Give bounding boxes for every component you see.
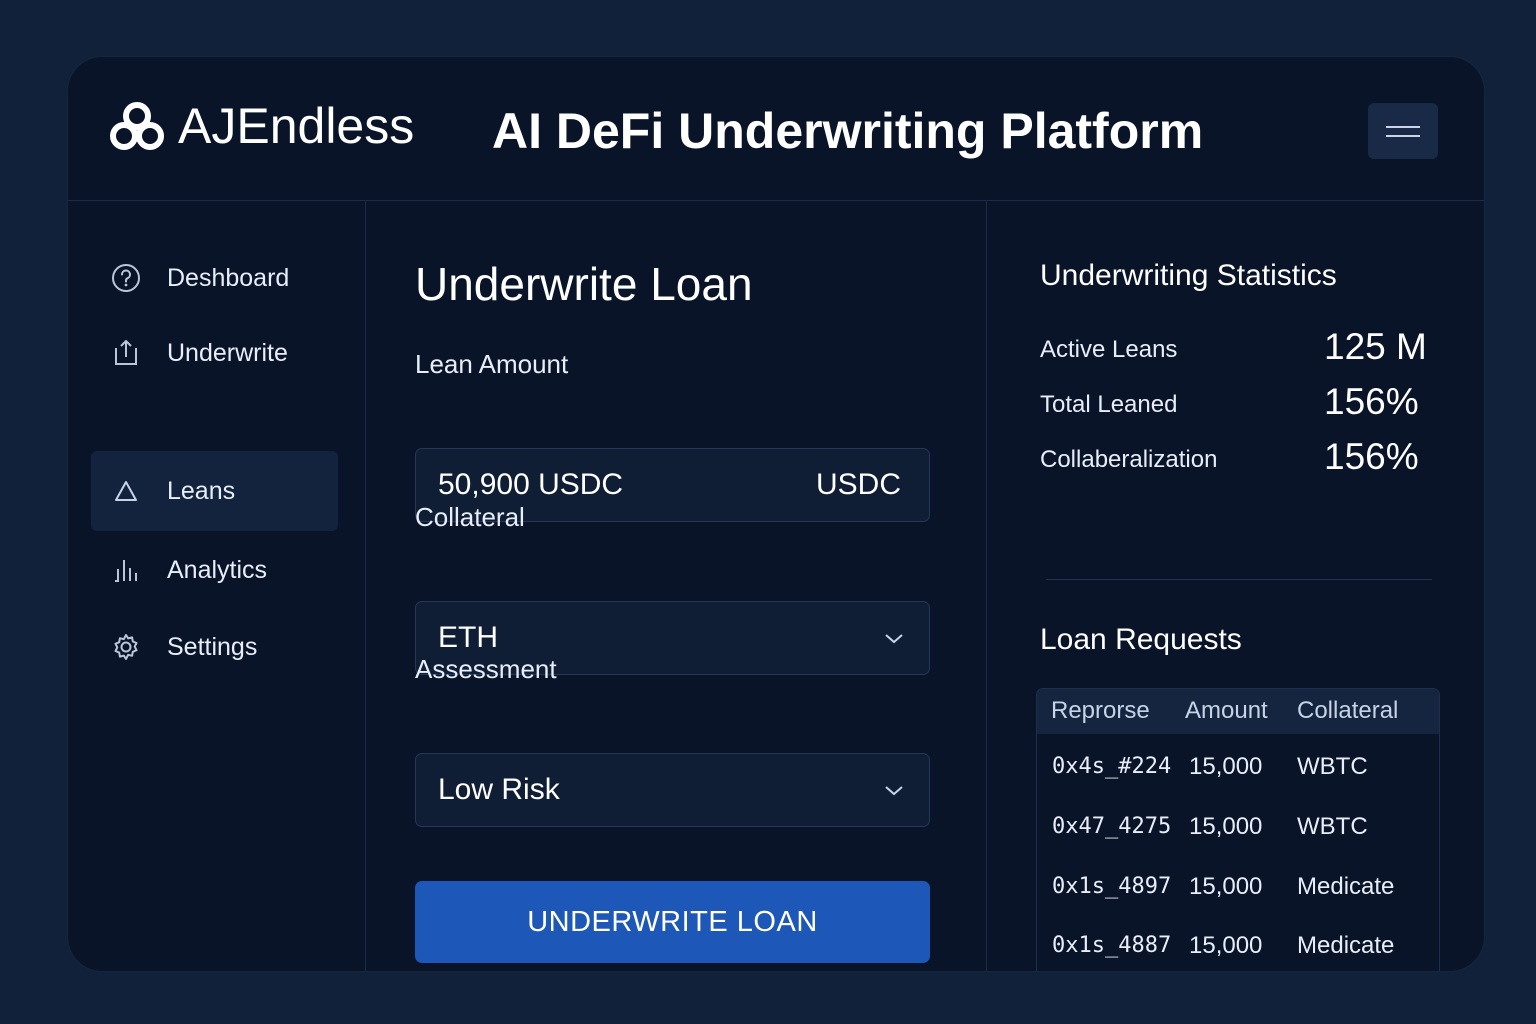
sidebar-item-underwrite[interactable]: Underwrite: [91, 313, 338, 393]
hamburger-menu-icon-line: [1386, 134, 1420, 137]
triangle-icon: [109, 474, 143, 508]
table-row[interactable]: 0x47_4275 15,000 WBTC: [1037, 797, 1439, 857]
column-header[interactable]: Reprorse: [1051, 697, 1150, 725]
menu-button[interactable]: [1368, 103, 1438, 159]
collateral-value: ETH: [438, 621, 498, 654]
amount-label: Lean Amount: [415, 349, 569, 379]
table-header: Reprorse Amount Collateral: [1037, 689, 1439, 734]
stats-panel: Underwriting Statistics Active Leans 125…: [987, 201, 1484, 971]
column-header[interactable]: Amount: [1185, 697, 1268, 725]
assessment-value: Low Risk: [438, 773, 560, 806]
stat-value: 156%: [1324, 436, 1419, 477]
table-cell: WBTC: [1297, 753, 1368, 780]
table-cell: 0x1s_4897: [1052, 874, 1172, 899]
underwrite-form: Underwrite Loan Lean Amount 50,900 USDC …: [366, 201, 987, 971]
sidebar-item-dashboard[interactable]: Deshboard: [91, 238, 338, 318]
table-row[interactable]: 0x1s_4887 15,000 Medicate: [1037, 916, 1439, 971]
underwrite-loan-button[interactable]: UNDERWRITE LOAN: [415, 881, 930, 963]
chevron-down-icon: [885, 634, 903, 644]
column-header[interactable]: Collateral: [1297, 697, 1398, 725]
sidebar-item-label: Underwrite: [167, 338, 288, 367]
stat-label: Collaberalization: [1040, 446, 1218, 473]
app-window: AJEndless AI DeFi Underwriting Platform …: [68, 57, 1484, 971]
amount-value: 50,900 USDC: [438, 468, 624, 501]
currency-suffix: USDC: [815, 468, 901, 501]
stat-row: Active Leans 125 M: [1040, 326, 1440, 376]
table-row[interactable]: 0x1s_4897 15,000 Medicate: [1037, 857, 1439, 917]
table-cell: 0x1s_4887: [1052, 933, 1172, 958]
stat-label: Total Leaned: [1040, 391, 1178, 418]
sidebar-item-label: Analytics: [167, 555, 268, 584]
stat-label: Active Leans: [1040, 336, 1178, 363]
app-title: AI DeFi Underwriting Platform: [492, 103, 1204, 159]
sidebar-item-leans[interactable]: Leans: [91, 451, 338, 531]
help-circle-icon: [109, 261, 143, 295]
bar-chart-icon: [109, 553, 143, 587]
assessment-label: Assessment: [415, 654, 557, 684]
infinity-knot-icon: [110, 102, 164, 150]
assessment-select[interactable]: Low Risk: [415, 753, 930, 827]
stats-title: Underwriting Statistics: [1040, 259, 1337, 292]
sidebar-item-analytics[interactable]: Analytics: [91, 530, 338, 610]
table-cell: 0x4s_#224: [1052, 754, 1172, 779]
table-cell: 15,000: [1189, 873, 1263, 900]
gear-icon: [109, 630, 143, 664]
table-cell: 15,000: [1189, 813, 1263, 840]
loan-requests-table: Reprorse Amount Collateral 0x4s_#224 15,…: [1036, 688, 1440, 971]
header: AJEndless AI DeFi Underwriting Platform: [68, 57, 1484, 201]
sidebar: Deshboard Underwrite Leans Analytics Set…: [68, 201, 366, 971]
table-cell: Medicate: [1297, 873, 1395, 900]
divider: [1046, 579, 1432, 580]
sidebar-item-label: Settings: [167, 632, 258, 661]
page-title: Underwrite Loan: [415, 258, 753, 310]
table-row[interactable]: 0x4s_#224 15,000 WBTC: [1037, 737, 1439, 797]
table-cell: 15,000: [1189, 932, 1263, 959]
brand-logo[interactable]: AJEndless: [108, 101, 414, 151]
stat-value: 156%: [1324, 381, 1419, 422]
stat-value: 125 M: [1324, 326, 1427, 367]
brand-name: AJEndless: [178, 98, 415, 154]
share-upload-icon: [109, 336, 143, 370]
table-cell: 15,000: [1189, 753, 1263, 780]
table-cell: 0x47_4275: [1052, 814, 1172, 839]
table-cell: Medicate: [1297, 932, 1395, 959]
hamburger-menu-icon: [1386, 125, 1420, 128]
sidebar-item-settings[interactable]: Settings: [91, 607, 338, 687]
sidebar-item-label: Leans: [167, 476, 236, 505]
chevron-down-icon: [885, 786, 903, 796]
stat-row: Collaberalization 156%: [1040, 436, 1440, 486]
stat-row: Total Leaned 156%: [1040, 381, 1440, 431]
loan-requests-title: Loan Requests: [1040, 623, 1242, 656]
table-cell: WBTC: [1297, 813, 1368, 840]
collateral-label: Collateral: [415, 502, 525, 532]
sidebar-item-label: Deshboard: [167, 263, 290, 292]
